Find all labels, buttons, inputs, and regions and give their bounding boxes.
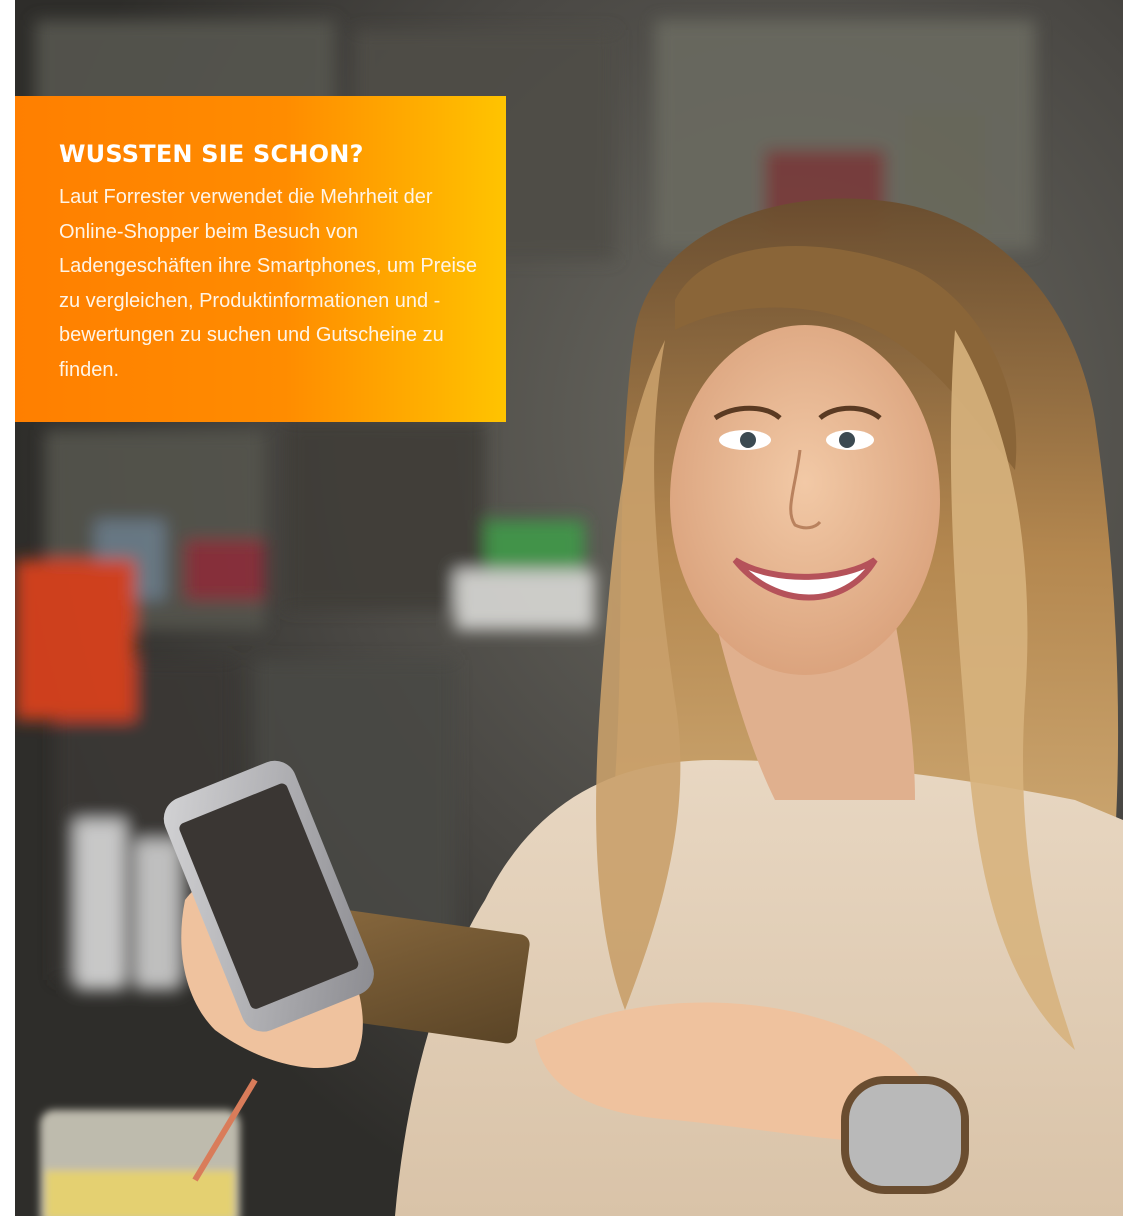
left-margin (0, 0, 15, 1216)
page-canvas: WUSSTEN SIE SCHON? Laut Forrester verwen… (0, 0, 1123, 1216)
callout-title: WUSSTEN SIE SCHON? (59, 140, 364, 168)
callout-body: Laut Forrester verwendet die Mehrheit de… (59, 186, 478, 381)
did-you-know-callout: WUSSTEN SIE SCHON? Laut Forrester verwen… (15, 96, 506, 422)
